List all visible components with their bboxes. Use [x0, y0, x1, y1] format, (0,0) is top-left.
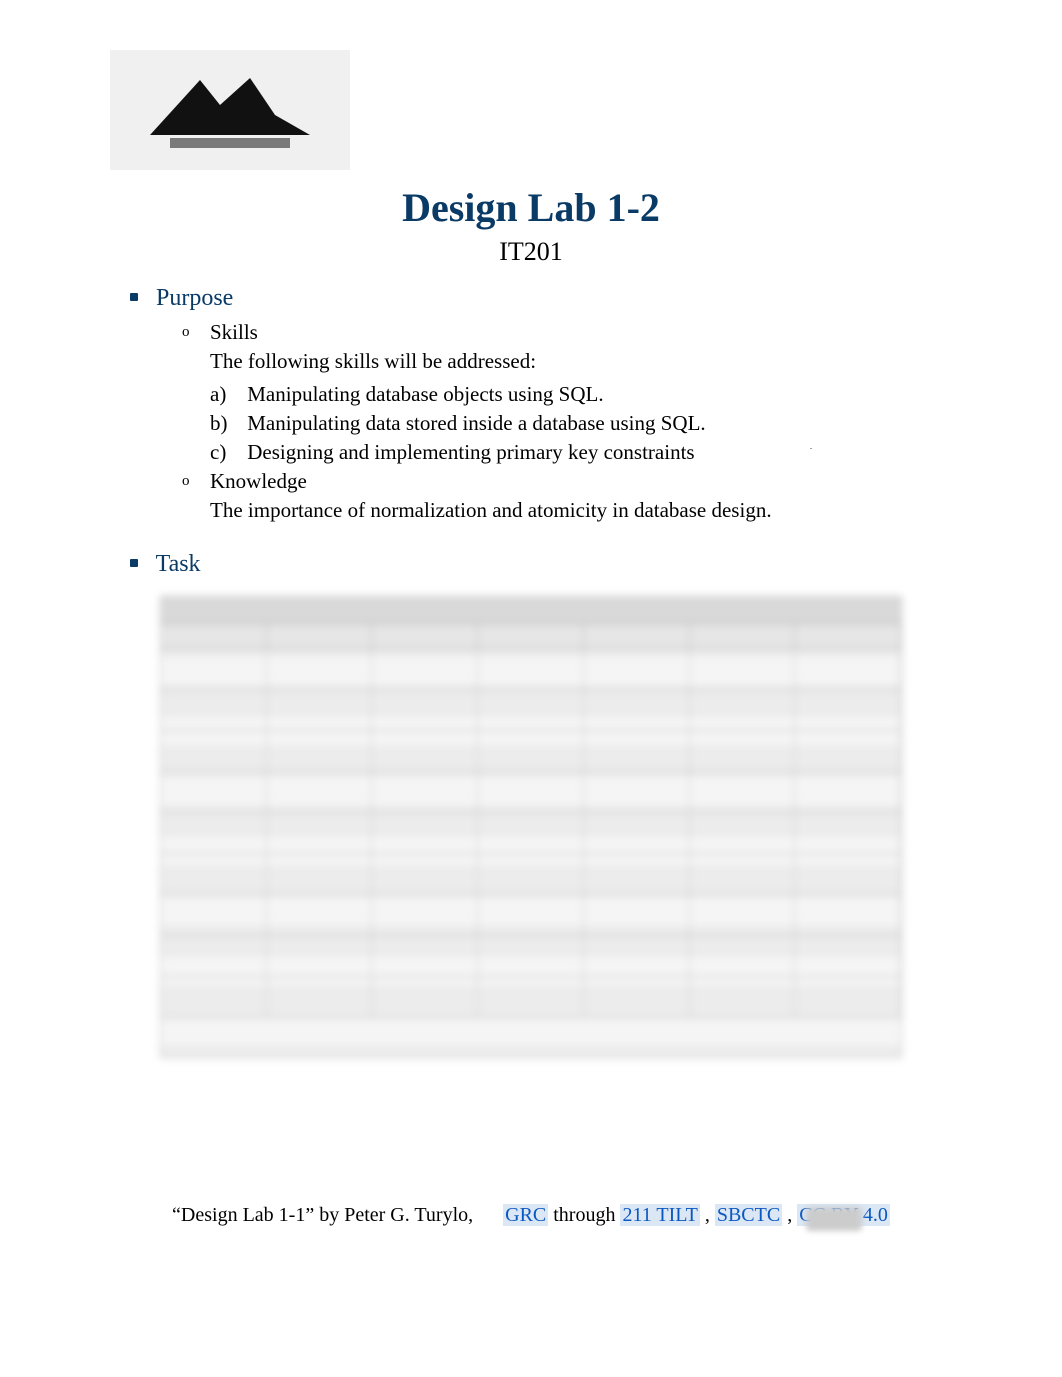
circle-bullet-icon: o [182, 324, 190, 341]
skills-intro: The following skills will be addressed: [210, 349, 962, 374]
ordered-marker-c: c) [210, 440, 242, 465]
table-row [161, 977, 901, 1018]
table-row [161, 731, 901, 772]
section-task-label: Task [156, 551, 201, 577]
ordered-text-b: Manipulating data stored inside a databa… [247, 411, 705, 435]
bullet-icon [130, 559, 138, 567]
section-purpose-heading: Purpose [150, 285, 962, 312]
table-row [161, 772, 901, 813]
section-purpose-label: Purpose [156, 285, 233, 311]
footer-mid3: , [787, 1204, 797, 1226]
table-row [161, 813, 901, 854]
blurred-table-image [160, 596, 902, 1058]
table-row [161, 854, 901, 895]
footer-mid2: , [705, 1204, 715, 1226]
footer-prefix: “Design Lab 1-1” by Peter G. Turylo, [172, 1204, 473, 1226]
table-row [161, 936, 901, 977]
table-columns-band [161, 624, 901, 649]
circle-bullet-icon: o [182, 473, 190, 490]
knowledge-label: Knowledge [210, 469, 307, 493]
stray-period: . [810, 442, 812, 451]
ordered-marker-b: b) [210, 411, 242, 436]
attribution-footer: “Design Lab 1-1” by Peter G. Turylo, GRC… [0, 1204, 1062, 1227]
mountain-logo-icon [130, 60, 330, 160]
ordered-marker-a: a) [210, 382, 242, 407]
sub-item-knowledge: o Knowledge [210, 469, 962, 494]
bullet-icon [130, 293, 138, 301]
table-title-band [161, 597, 901, 624]
sub-item-skills: o Skills [210, 320, 962, 345]
knowledge-text: The importance of normalization and atom… [210, 498, 962, 523]
table-row [161, 649, 901, 690]
institution-logo [110, 50, 350, 170]
ordered-item-b: b) Manipulating data stored inside a dat… [210, 411, 962, 436]
skills-label: Skills [210, 320, 258, 344]
page-title: Design Lab 1-2 [100, 184, 962, 231]
table-row [161, 690, 901, 731]
ordered-item-a: a) Manipulating database objects using S… [210, 382, 962, 407]
footer-link-sbctc[interactable]: SBCTC [715, 1204, 782, 1226]
page-number-badge [806, 1207, 862, 1231]
ordered-text-a: Manipulating database objects using SQL. [247, 382, 603, 406]
footer-link-grc[interactable]: GRC [503, 1204, 548, 1226]
section-task-heading: Task [150, 551, 962, 578]
table-row [161, 895, 901, 936]
footer-link-tilt[interactable]: 211 TILT [620, 1204, 699, 1226]
footer-mid1: through [553, 1204, 620, 1226]
page-subtitle: IT201 [100, 237, 962, 267]
ordered-item-c: c) Designing and implementing primary ke… [210, 440, 962, 465]
ordered-text-c: Designing and implementing primary key c… [247, 440, 694, 464]
